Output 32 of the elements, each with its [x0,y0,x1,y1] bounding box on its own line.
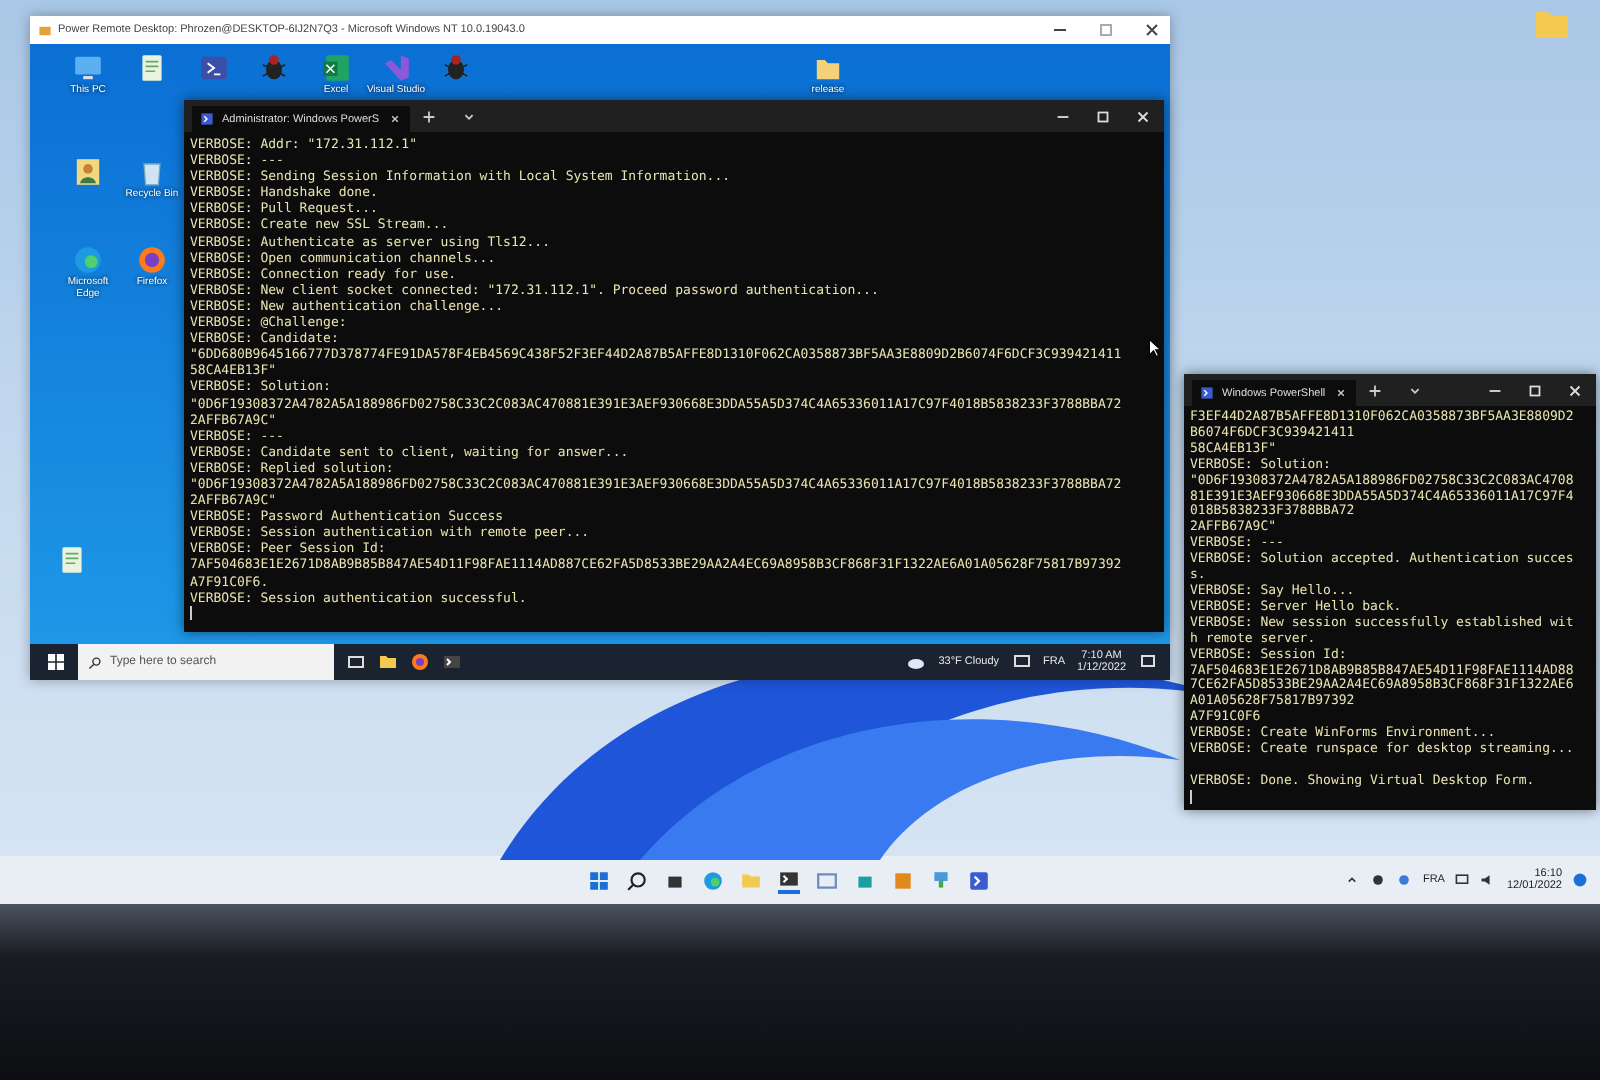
close-icon[interactable] [1142,20,1162,40]
monitor-icon[interactable] [1454,872,1471,888]
maximize-icon[interactable] [1094,107,1112,125]
terminal-icon[interactable] [777,867,800,893]
search-icon [88,655,102,669]
close-icon[interactable] [1333,386,1348,400]
search-icon[interactable] [625,869,648,891]
terminal-icon [200,112,214,126]
plus-icon[interactable] [419,107,438,125]
windows-logo-icon[interactable] [46,652,66,672]
folder-icon[interactable] [378,652,398,672]
plus-icon[interactable] [1365,381,1384,399]
text-cursor [1190,789,1192,804]
chevron-up-icon[interactable] [1344,872,1361,888]
close-icon[interactable] [1566,381,1584,399]
close-icon[interactable] [1134,107,1152,125]
maximize-icon[interactable] [1526,381,1544,399]
notepad-icon[interactable] [56,544,88,576]
terminal-icon[interactable] [198,52,230,84]
terminal-icon[interactable] [442,652,462,672]
bug-icon[interactable] [440,52,472,84]
terminal-icon [1200,386,1214,400]
notepad-icon[interactable] [136,52,168,84]
app-icon [38,23,52,37]
powershell-icon[interactable] [967,869,990,891]
text-cursor [190,605,192,620]
spreadsheet-icon[interactable] [320,52,352,84]
close-icon[interactable] [387,112,402,126]
bug-icon[interactable] [258,52,290,84]
browser-icon[interactable] [701,869,724,891]
user-icon[interactable] [72,156,104,188]
fox-icon[interactable] [410,652,430,672]
